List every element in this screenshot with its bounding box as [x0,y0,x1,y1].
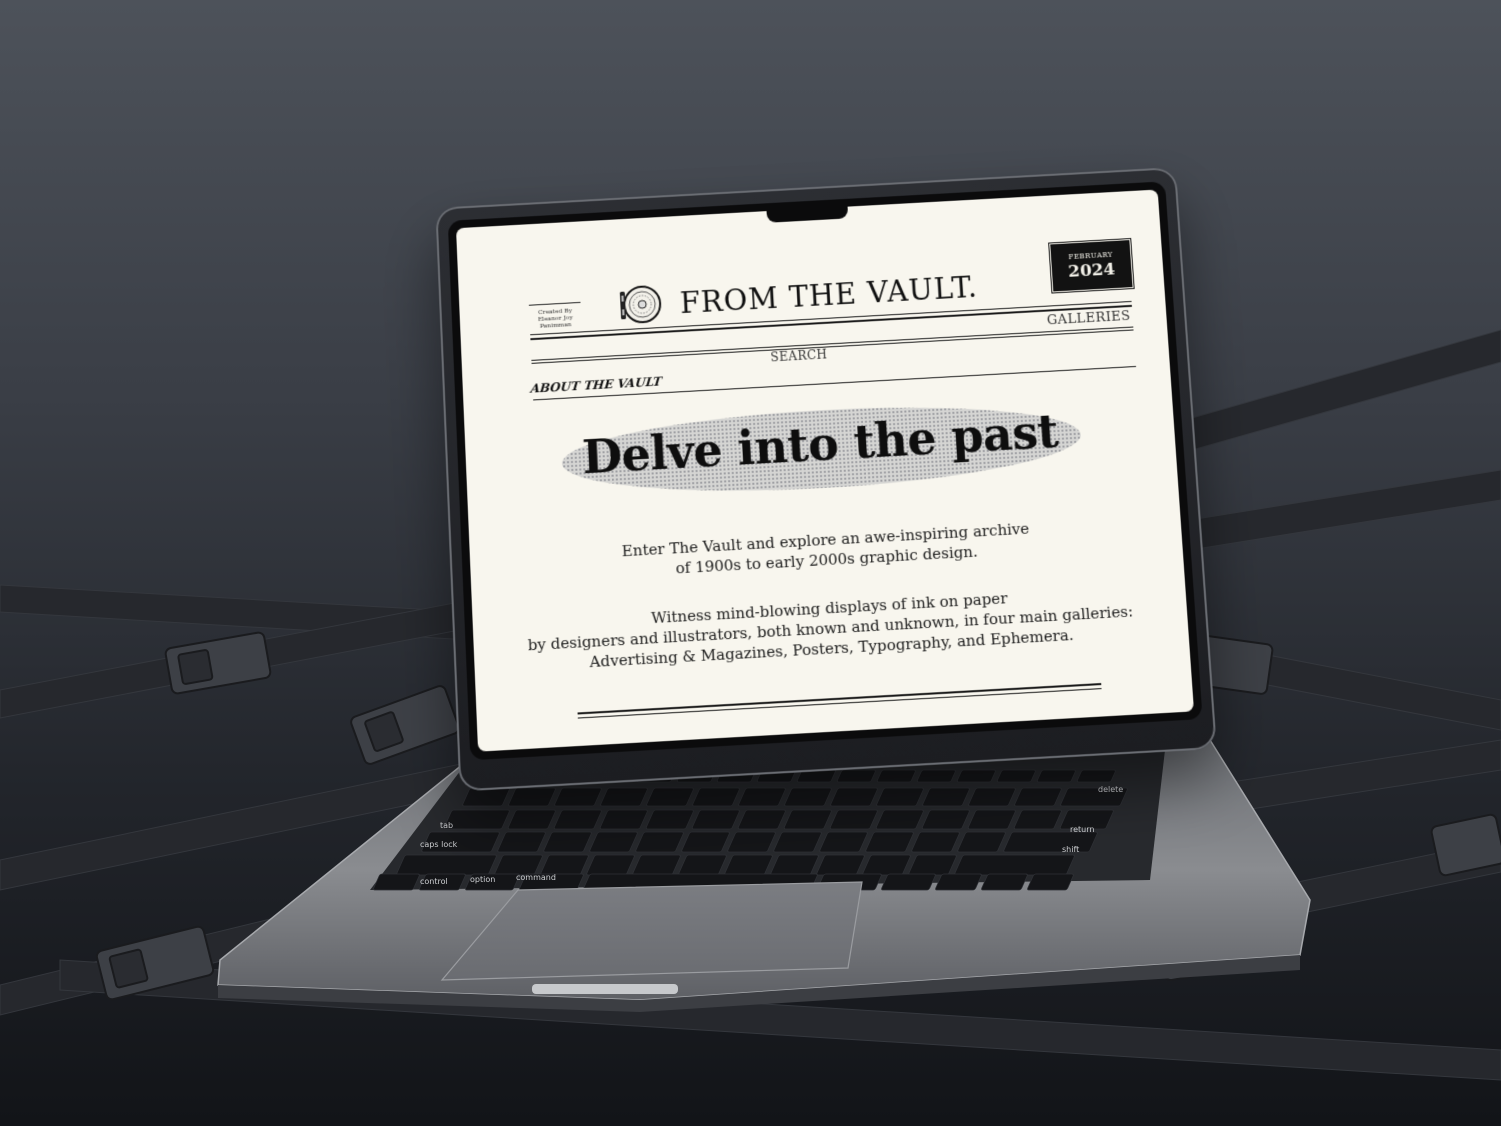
key-label-option: option [470,875,495,884]
screen-bezel: Created By Eleanor Joy Panimman FROM THE [447,181,1203,761]
footer-rule [577,683,1102,715]
key-label-tab: tab [440,821,453,830]
key-label-caps-lock: caps lock [420,840,458,849]
display: Created By Eleanor Joy Panimman FROM THE [456,189,1195,752]
key-label-command: command [516,873,556,882]
issue-year: 2024 [1067,259,1116,282]
nav-rule [531,326,1134,361]
hero-intro: Enter The Vault and explore an awe-inspi… [510,512,1149,676]
key-label-shift: shift [1062,845,1079,854]
vault-door-icon[interactable] [617,282,663,328]
key-label-delete: delete [1098,785,1123,794]
nav-search[interactable]: SEARCH [770,347,828,364]
issue-date-badge: FEBRUARY 2024 [1052,242,1131,290]
nav-galleries[interactable]: GALLERIES [1046,309,1131,328]
key-label-return: return [1070,825,1094,834]
lid-notch [532,984,678,994]
creator-credit: Created By Eleanor Joy Panimman [528,301,582,336]
key-label-control: control [420,877,448,886]
footer-rule [577,688,1102,719]
website-page: Created By Eleanor Joy Panimman FROM THE [456,190,1194,752]
laptop-screen: Created By Eleanor Joy Panimman FROM THE [435,167,1217,792]
mockup-scene: delete return shift caps lock tab contro… [0,0,1501,1126]
